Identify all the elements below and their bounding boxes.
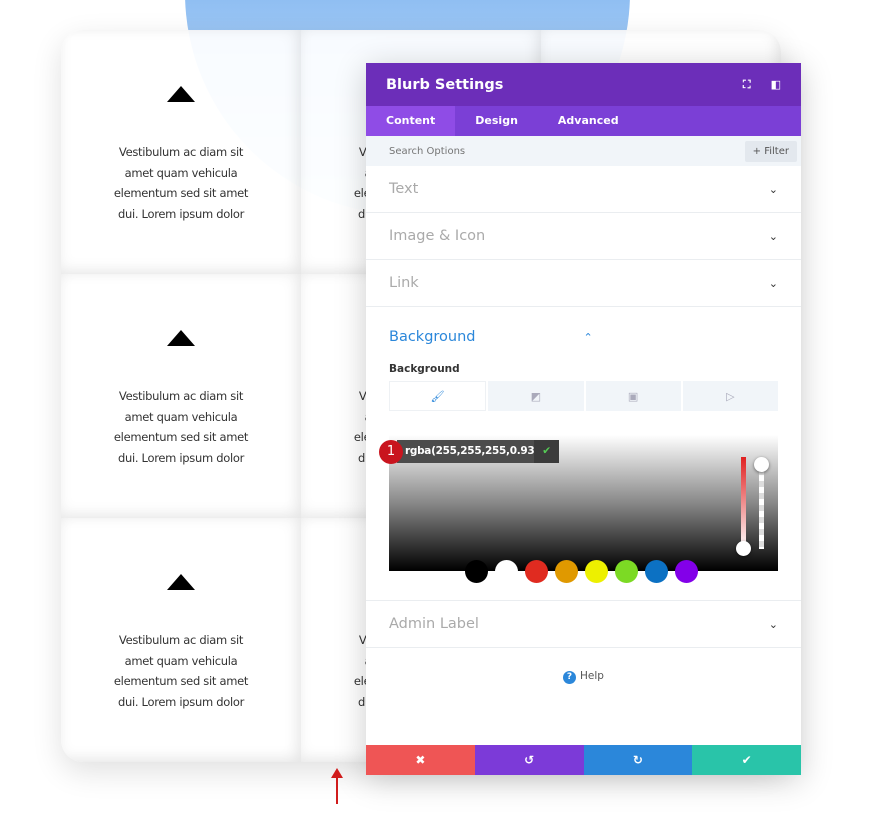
tab-design[interactable]: Design — [455, 106, 538, 136]
section-label: Image & Icon — [389, 228, 486, 244]
blurb-text: Vestibulum ac diam sit amet quam vehicul… — [113, 633, 249, 709]
search-input[interactable] — [389, 145, 745, 157]
blurb-text: Vestibulum ac diam sit amet quam vehicul… — [113, 145, 249, 221]
triangle-icon — [167, 574, 195, 590]
section-text[interactable]: Text ⌄ — [366, 166, 801, 213]
section-image-icon[interactable]: Image & Icon ⌄ — [366, 213, 801, 260]
red-arrow-annotation — [331, 768, 343, 804]
chevron-down-icon: ⌄ — [768, 276, 778, 290]
save-button[interactable]: ✔ — [692, 745, 801, 775]
background-type-tabs: 🖌 ◩ ▣ ▷ — [389, 381, 778, 411]
help-icon: ? — [563, 671, 577, 684]
panel-tabs: Content Design Advanced — [366, 106, 801, 136]
section-label: Admin Label — [389, 616, 479, 632]
gradient-tab-icon[interactable]: ◩ — [488, 381, 584, 411]
check-icon[interactable]: ✔ — [534, 440, 559, 463]
triangle-icon — [167, 86, 195, 102]
help-link[interactable]: ? Help — [366, 670, 801, 684]
tab-content[interactable]: Content — [366, 106, 456, 136]
color-swatch[interactable] — [585, 560, 608, 583]
video-tab-icon[interactable]: ▷ — [682, 381, 778, 411]
section-label: Link — [389, 275, 419, 291]
section-label: Text — [389, 181, 419, 197]
color-swatch[interactable] — [495, 560, 518, 583]
color-swatch[interactable] — [645, 560, 668, 583]
chevron-up-icon: ⌃ — [583, 330, 593, 344]
blurb-card: Vestibulum ac diam sit amet quam vehicul… — [61, 518, 301, 762]
color-tab-paint-bucket-icon[interactable]: 🖌 — [389, 381, 487, 411]
triangle-icon — [167, 330, 195, 346]
color-swatches — [465, 560, 698, 583]
sidebar-toggle-icon[interactable]: ◧ — [771, 78, 781, 91]
section-link[interactable]: Link ⌄ — [366, 260, 801, 307]
blurb-text: Vestibulum ac diam sit amet quam vehicul… — [113, 389, 249, 465]
color-value: rgba(255,255,255,0.93) — [405, 445, 539, 457]
color-swatch[interactable] — [615, 560, 638, 583]
color-swatch[interactable] — [675, 560, 698, 583]
color-picker[interactable]: 1 rgba(255,255,255,0.93) ✔ — [379, 435, 778, 583]
color-swatch[interactable] — [555, 560, 578, 583]
blurb-settings-panel: Blurb Settings ⛶ ◧ Content Design Advanc… — [366, 63, 801, 775]
hue-slider[interactable] — [741, 457, 746, 549]
filter-button[interactable]: + Filter — [744, 140, 797, 162]
blurb-card: Vestibulum ac diam sit amet quam vehicul… — [61, 274, 301, 518]
color-value-input[interactable]: rgba(255,255,255,0.93) ✔ — [397, 440, 559, 463]
section-admin-label[interactable]: Admin Label ⌄ — [366, 601, 801, 648]
color-swatch[interactable] — [525, 560, 548, 583]
help-label: Help — [580, 670, 604, 682]
opacity-slider-handle[interactable] — [754, 457, 769, 472]
discard-button[interactable]: ✖ — [366, 745, 475, 775]
tab-advanced[interactable]: Advanced — [538, 106, 639, 136]
panel-title: Blurb Settings — [386, 76, 504, 93]
panel-footer: ✖ ↺ ↻ ✔ — [366, 745, 801, 775]
fullscreen-icon[interactable]: ⛶ — [743, 78, 751, 92]
panel-header: Blurb Settings ⛶ ◧ — [366, 63, 801, 106]
section-background: Background ⌃ Background 🖌 ◩ ▣ ▷ 1 rgba(25… — [366, 307, 801, 601]
step-badge: 1 — [379, 440, 403, 464]
search-bar: + Filter — [366, 136, 801, 166]
image-tab-icon[interactable]: ▣ — [585, 381, 681, 411]
redo-button[interactable]: ↻ — [583, 745, 693, 775]
blurb-card: Vestibulum ac diam sit amet quam vehicul… — [61, 30, 301, 274]
background-section-header[interactable]: Background ⌃ — [389, 307, 778, 367]
hue-slider-handle[interactable] — [736, 541, 751, 556]
section-label: Background — [389, 329, 476, 345]
chevron-down-icon: ⌄ — [768, 617, 778, 631]
chevron-down-icon: ⌄ — [768, 182, 778, 196]
chevron-down-icon: ⌄ — [768, 229, 778, 243]
color-swatch[interactable] — [465, 560, 488, 583]
background-field-label: Background — [389, 363, 460, 375]
undo-button[interactable]: ↺ — [474, 745, 584, 775]
